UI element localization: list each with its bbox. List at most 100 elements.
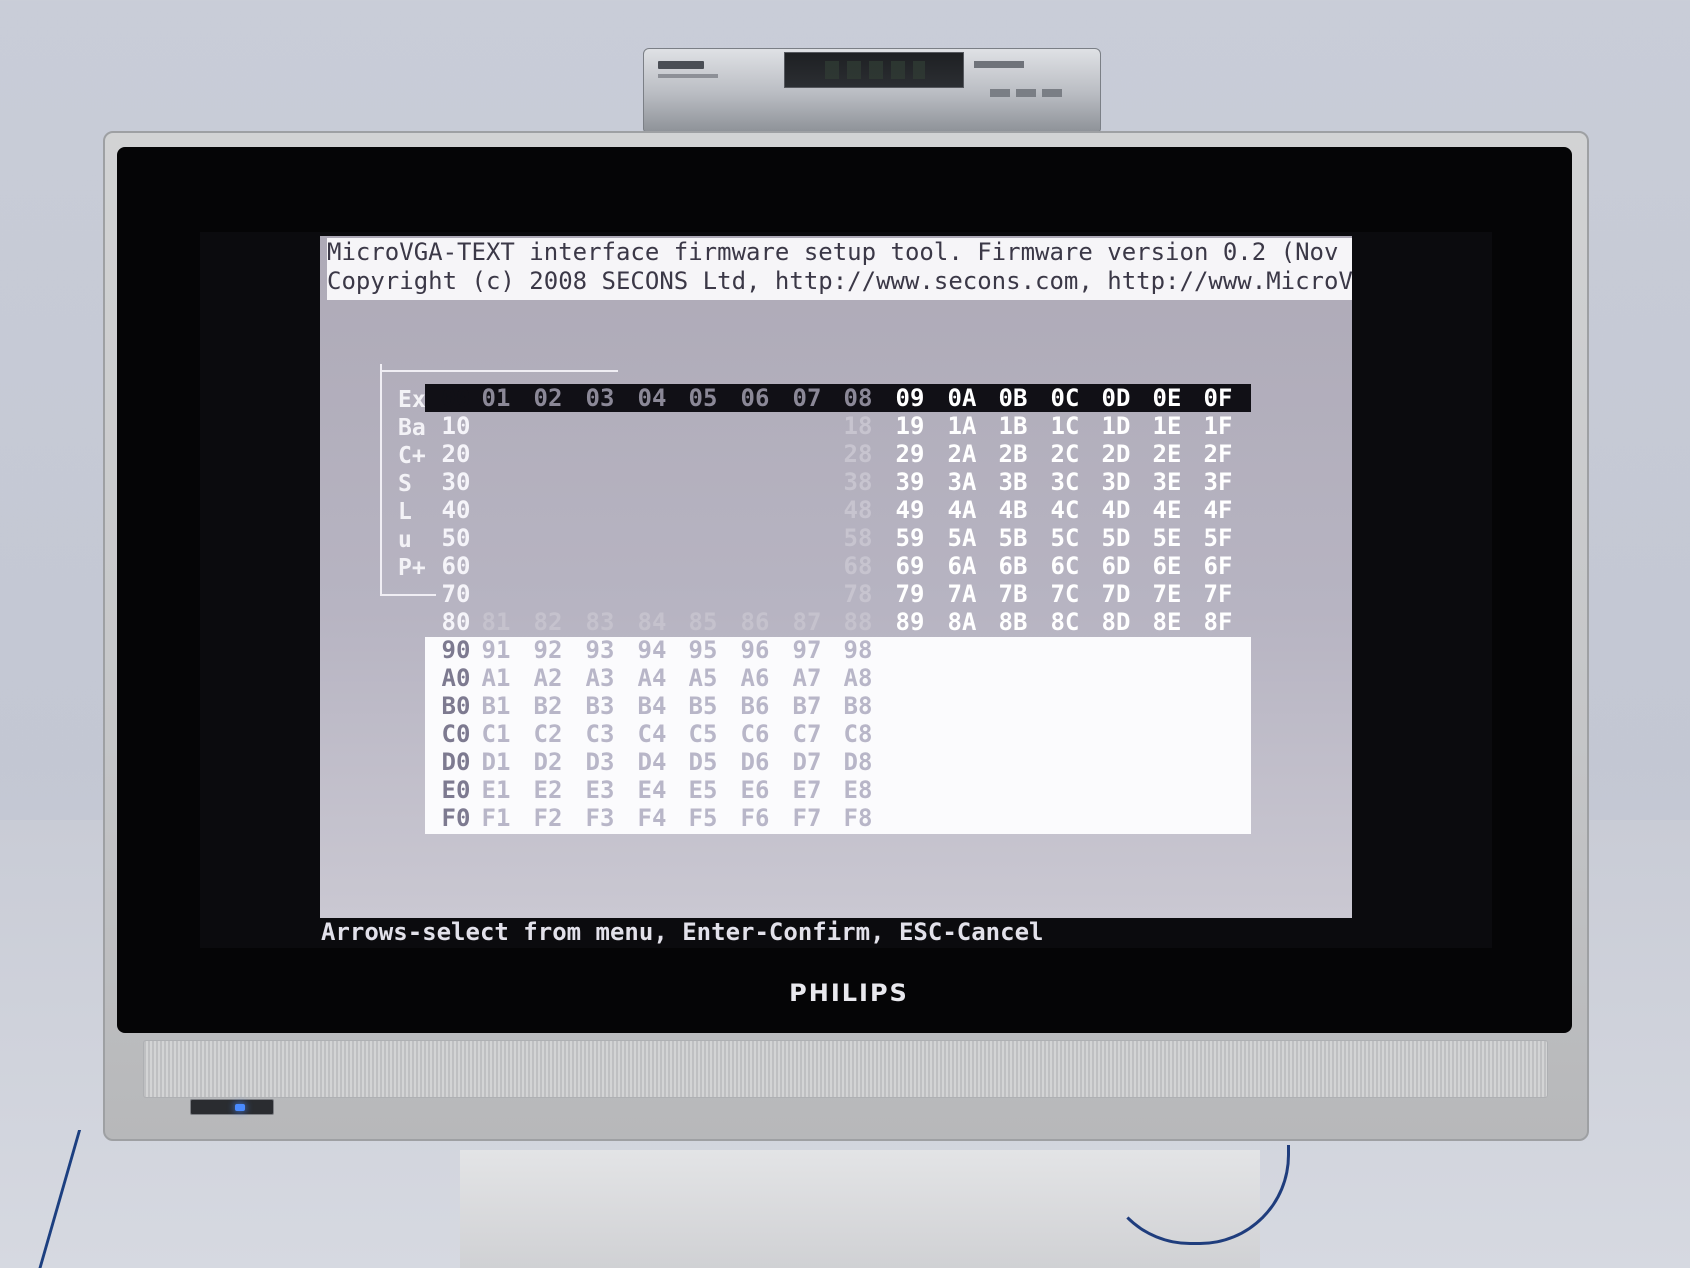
char-code-cell[interactable]: 4D <box>1096 496 1136 524</box>
char-code-cell[interactable]: C6 <box>735 720 775 748</box>
char-code-cell[interactable]: C2 <box>528 720 568 748</box>
menu-item-cursor[interactable]: C+ <box>398 442 428 470</box>
menu-item-s[interactable]: S <box>398 470 428 498</box>
char-code-cell[interactable]: 4E <box>1147 496 1187 524</box>
char-code-cell[interactable]: D5 <box>683 748 723 776</box>
char-code-cell[interactable]: F6 <box>735 804 775 832</box>
char-code-cell[interactable]: D6 <box>735 748 775 776</box>
char-code-cell[interactable]: 97 <box>787 636 827 664</box>
char-code-cell[interactable]: 03 <box>580 384 620 412</box>
char-code-cell[interactable]: 01 <box>476 384 516 412</box>
char-code-cell[interactable]: 7E <box>1147 580 1187 608</box>
row-code-cell[interactable]: A0 <box>436 664 476 692</box>
char-code-cell[interactable]: 6D <box>1096 552 1136 580</box>
row-code-cell[interactable]: C0 <box>436 720 476 748</box>
char-code-cell[interactable]: 0D <box>1096 384 1136 412</box>
char-code-cell[interactable]: A8 <box>838 664 878 692</box>
char-code-cell[interactable]: 7A <box>942 580 982 608</box>
char-code-cell[interactable]: B5 <box>683 692 723 720</box>
char-code-cell[interactable]: 7D <box>1096 580 1136 608</box>
char-code-cell[interactable]: 69 <box>890 552 930 580</box>
char-code-cell[interactable]: 6E <box>1147 552 1187 580</box>
row-code-cell[interactable]: E0 <box>436 776 476 804</box>
char-code-cell[interactable]: A4 <box>632 664 672 692</box>
char-code-cell[interactable]: 08 <box>838 384 878 412</box>
char-code-cell[interactable]: 7F <box>1198 580 1238 608</box>
char-code-cell[interactable]: 2E <box>1147 440 1187 468</box>
char-code-cell[interactable]: 84 <box>632 608 672 636</box>
char-code-cell[interactable]: 82 <box>528 608 568 636</box>
char-code-cell[interactable]: 94 <box>632 636 672 664</box>
char-code-cell[interactable]: 2D <box>1096 440 1136 468</box>
char-code-cell[interactable]: 4C <box>1045 496 1085 524</box>
row-code-cell[interactable]: 90 <box>436 636 476 664</box>
char-code-cell[interactable]: 86 <box>735 608 775 636</box>
char-code-cell[interactable]: 06 <box>735 384 775 412</box>
char-code-cell[interactable]: 07 <box>787 384 827 412</box>
char-code-cell[interactable]: 4A <box>942 496 982 524</box>
char-code-cell[interactable]: 88 <box>838 608 878 636</box>
char-code-cell[interactable]: A2 <box>528 664 568 692</box>
char-code-cell[interactable]: E4 <box>632 776 672 804</box>
char-code-cell[interactable]: 58 <box>838 524 878 552</box>
char-code-cell[interactable]: 8B <box>993 608 1033 636</box>
char-code-cell[interactable]: 6C <box>1045 552 1085 580</box>
char-code-cell[interactable]: 8F <box>1198 608 1238 636</box>
char-code-cell[interactable]: 49 <box>890 496 930 524</box>
char-code-cell[interactable]: 5F <box>1198 524 1238 552</box>
char-code-cell[interactable]: 5A <box>942 524 982 552</box>
char-code-cell[interactable]: 1D <box>1096 412 1136 440</box>
row-code-cell[interactable]: 60 <box>436 552 476 580</box>
char-code-cell[interactable]: C7 <box>787 720 827 748</box>
char-code-cell[interactable]: 96 <box>735 636 775 664</box>
char-code-cell[interactable]: 8C <box>1045 608 1085 636</box>
char-code-cell[interactable]: 6B <box>993 552 1033 580</box>
char-code-cell[interactable]: 89 <box>890 608 930 636</box>
char-code-cell[interactable]: A5 <box>683 664 723 692</box>
char-code-cell[interactable]: 1E <box>1147 412 1187 440</box>
char-code-cell[interactable]: 93 <box>580 636 620 664</box>
char-code-cell[interactable]: 18 <box>838 412 878 440</box>
char-code-cell[interactable]: 2F <box>1198 440 1238 468</box>
char-code-cell[interactable]: 0B <box>993 384 1033 412</box>
char-code-cell[interactable]: 19 <box>890 412 930 440</box>
row-code-cell[interactable]: 30 <box>436 468 476 496</box>
char-code-cell[interactable]: 0C <box>1045 384 1085 412</box>
char-code-cell[interactable]: D2 <box>528 748 568 776</box>
row-code-cell[interactable]: 40 <box>436 496 476 524</box>
char-code-cell[interactable]: 5E <box>1147 524 1187 552</box>
char-code-cell[interactable]: B7 <box>787 692 827 720</box>
char-code-cell[interactable]: 3A <box>942 468 982 496</box>
char-code-cell[interactable]: 28 <box>838 440 878 468</box>
row-code-cell[interactable]: 10 <box>436 412 476 440</box>
char-code-cell[interactable]: 09 <box>890 384 930 412</box>
char-code-cell[interactable]: 6A <box>942 552 982 580</box>
menu-item-baud[interactable]: Ba <box>398 414 428 442</box>
char-code-cell[interactable]: B3 <box>580 692 620 720</box>
char-code-cell[interactable]: F7 <box>787 804 827 832</box>
char-code-cell[interactable]: C3 <box>580 720 620 748</box>
char-code-cell[interactable]: B6 <box>735 692 775 720</box>
char-code-cell[interactable]: B1 <box>476 692 516 720</box>
char-code-cell[interactable]: F4 <box>632 804 672 832</box>
row-code-cell[interactable]: 00 <box>436 384 476 412</box>
char-code-cell[interactable]: 0E <box>1147 384 1187 412</box>
char-code-cell[interactable]: 4B <box>993 496 1033 524</box>
char-code-cell[interactable]: 1B <box>993 412 1033 440</box>
char-code-cell[interactable]: 3C <box>1045 468 1085 496</box>
char-code-cell[interactable]: F3 <box>580 804 620 832</box>
char-code-cell[interactable]: 2B <box>993 440 1033 468</box>
char-code-cell[interactable]: D4 <box>632 748 672 776</box>
char-code-cell[interactable]: 1A <box>942 412 982 440</box>
char-code-cell[interactable]: 38 <box>838 468 878 496</box>
char-code-cell[interactable]: 68 <box>838 552 878 580</box>
menu-item-p[interactable]: P+ <box>398 554 428 582</box>
row-code-cell[interactable]: 80 <box>436 608 476 636</box>
char-code-cell[interactable]: E8 <box>838 776 878 804</box>
char-code-cell[interactable]: A7 <box>787 664 827 692</box>
row-code-cell[interactable]: D0 <box>436 748 476 776</box>
char-code-cell[interactable]: 05 <box>683 384 723 412</box>
row-code-cell[interactable]: F0 <box>436 804 476 832</box>
char-code-cell[interactable]: 48 <box>838 496 878 524</box>
char-code-cell[interactable]: F5 <box>683 804 723 832</box>
